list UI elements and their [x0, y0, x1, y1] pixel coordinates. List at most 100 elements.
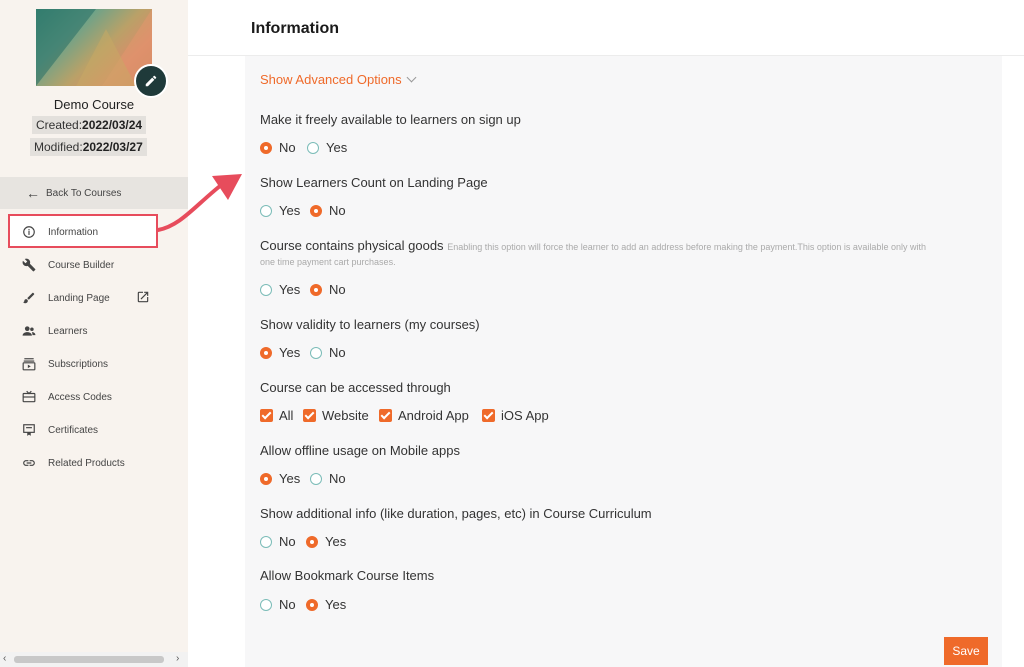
option-label: No [329, 471, 346, 486]
radio-empty-icon [260, 535, 272, 548]
checkbox-ios-app[interactable]: iOS App [482, 408, 549, 423]
radio-selected-icon [260, 141, 272, 154]
sidebar-item-label: Related Products [48, 457, 125, 469]
radio-selected-icon [306, 598, 318, 611]
sidebar-item-label: Landing Page [48, 292, 110, 304]
sidebar-item-label: Information [48, 226, 99, 238]
sidebar-item-label: Course Builder [48, 259, 115, 271]
option-label: Website [322, 408, 369, 423]
sidebar-item-subscriptions[interactable]: Subscriptions [20, 353, 108, 375]
question-show-validity: Show validity to learners (my courses) [260, 317, 480, 332]
sidebar: Demo Course Created:2022/03/24 Modified:… [0, 0, 188, 667]
option-label: Yes [279, 345, 301, 360]
radio-count-no[interactable]: No [310, 203, 346, 218]
checkbox-checked-icon [303, 409, 316, 422]
radio-offline-yes[interactable]: Yes [260, 471, 300, 486]
radio-goods-no[interactable]: No [310, 282, 346, 297]
modified-label: Modified: [34, 140, 83, 154]
save-button[interactable]: Save [944, 637, 988, 665]
radio-validity-no[interactable]: No [310, 345, 346, 360]
option-label: All [279, 408, 294, 423]
option-label: No [329, 345, 346, 360]
question-physical-goods: Course contains physical goods Enabling … [260, 238, 926, 253]
info-icon [20, 223, 38, 241]
radio-selected-icon [306, 535, 318, 548]
back-label: Back To Courses [46, 187, 122, 199]
radio-validity-yes[interactable]: Yes [260, 345, 300, 360]
question-access-through: Course can be accessed through [260, 380, 451, 395]
created-label: Created: [36, 118, 83, 132]
radio-empty-icon [260, 283, 272, 296]
sidebar-item-label: Learners [48, 325, 88, 337]
checkbox-all[interactable]: All [260, 408, 293, 423]
radio-info-yes[interactable]: Yes [306, 534, 346, 549]
edit-thumbnail-button[interactable] [134, 64, 168, 98]
option-label: Yes [279, 282, 301, 297]
horizontal-scrollbar[interactable]: ‹ › [0, 652, 188, 667]
advanced-options-label: Show Advanced Options [260, 72, 402, 87]
question-free-on-signup: Make it freely available to learners on … [260, 112, 521, 127]
checkbox-checked-icon [379, 409, 392, 422]
checkbox-website[interactable]: Website [303, 408, 369, 423]
question-hint-continued: one time payment cart purchases. [260, 257, 396, 267]
created-value: 2022/03/24 [82, 118, 143, 132]
brush-icon [20, 289, 38, 307]
subscriptions-icon [20, 355, 38, 373]
option-label: Yes [325, 534, 347, 549]
option-label: No [329, 203, 346, 218]
radio-offline-no[interactable]: No [310, 471, 346, 486]
checkbox-checked-icon [482, 409, 495, 422]
wrench-icon [20, 256, 38, 274]
radio-empty-icon [310, 472, 322, 485]
scrollbar-thumb[interactable] [14, 656, 164, 663]
modified-date: Modified:2022/03/27 [30, 138, 147, 156]
advanced-options-toggle[interactable]: Show Advanced Options [260, 72, 417, 87]
radio-goods-yes[interactable]: Yes [260, 282, 300, 297]
modified-value: 2022/03/27 [82, 140, 143, 154]
sidebar-item-access-codes[interactable]: Access Codes [20, 386, 112, 408]
scroll-left-icon[interactable]: ‹ [3, 653, 6, 664]
scroll-right-icon[interactable]: › [176, 653, 179, 664]
question-hint: Enabling this option will force the lear… [447, 242, 926, 252]
sidebar-item-landing-page[interactable]: Landing Page [20, 287, 110, 309]
external-link-icon[interactable] [136, 290, 150, 304]
radio-bookmark-no[interactable]: No [260, 597, 296, 612]
option-label: Android App [398, 408, 469, 423]
option-label: iOS App [501, 408, 549, 423]
option-label: No [329, 282, 346, 297]
radio-bookmark-yes[interactable]: Yes [306, 597, 346, 612]
radio-info-no[interactable]: No [260, 534, 296, 549]
header: Information [188, 0, 1024, 56]
checkbox-checked-icon [260, 409, 273, 422]
question-offline-usage: Allow offline usage on Mobile apps [260, 443, 460, 458]
question-label: Course contains physical goods [260, 238, 444, 253]
checkbox-android-app[interactable]: Android App [379, 408, 469, 423]
sidebar-item-information[interactable]: Information [20, 221, 98, 243]
radio-count-yes[interactable]: Yes [260, 203, 300, 218]
sidebar-item-certificates[interactable]: Certificates [20, 419, 98, 441]
option-label: No [279, 534, 296, 549]
arrow-left-icon: ← [26, 185, 40, 201]
ticket-icon [20, 388, 38, 406]
question-bookmark: Allow Bookmark Course Items [260, 568, 435, 583]
option-label: Yes [279, 203, 301, 218]
option-label: Yes [279, 471, 301, 486]
chevron-down-icon [406, 72, 417, 83]
radio-empty-icon [260, 204, 272, 217]
link-icon [20, 454, 38, 472]
pencil-icon [145, 75, 157, 87]
radio-selected-icon [260, 472, 272, 485]
sidebar-item-learners[interactable]: Learners [20, 320, 87, 342]
option-label: No [279, 140, 296, 155]
created-date: Created:2022/03/24 [32, 116, 147, 134]
radio-selected-icon [310, 204, 322, 217]
sidebar-item-related-products[interactable]: Related Products [20, 452, 125, 474]
radio-free-no[interactable]: No [260, 140, 296, 155]
radio-free-yes[interactable]: Yes [307, 140, 347, 155]
question-additional-info: Show additional info (like duration, pag… [260, 506, 652, 521]
option-label: Yes [326, 140, 348, 155]
page-title: Information [251, 20, 339, 37]
sidebar-item-course-builder[interactable]: Course Builder [20, 254, 114, 276]
sidebar-item-label: Certificates [48, 424, 99, 436]
course-name: Demo Course [53, 97, 135, 112]
